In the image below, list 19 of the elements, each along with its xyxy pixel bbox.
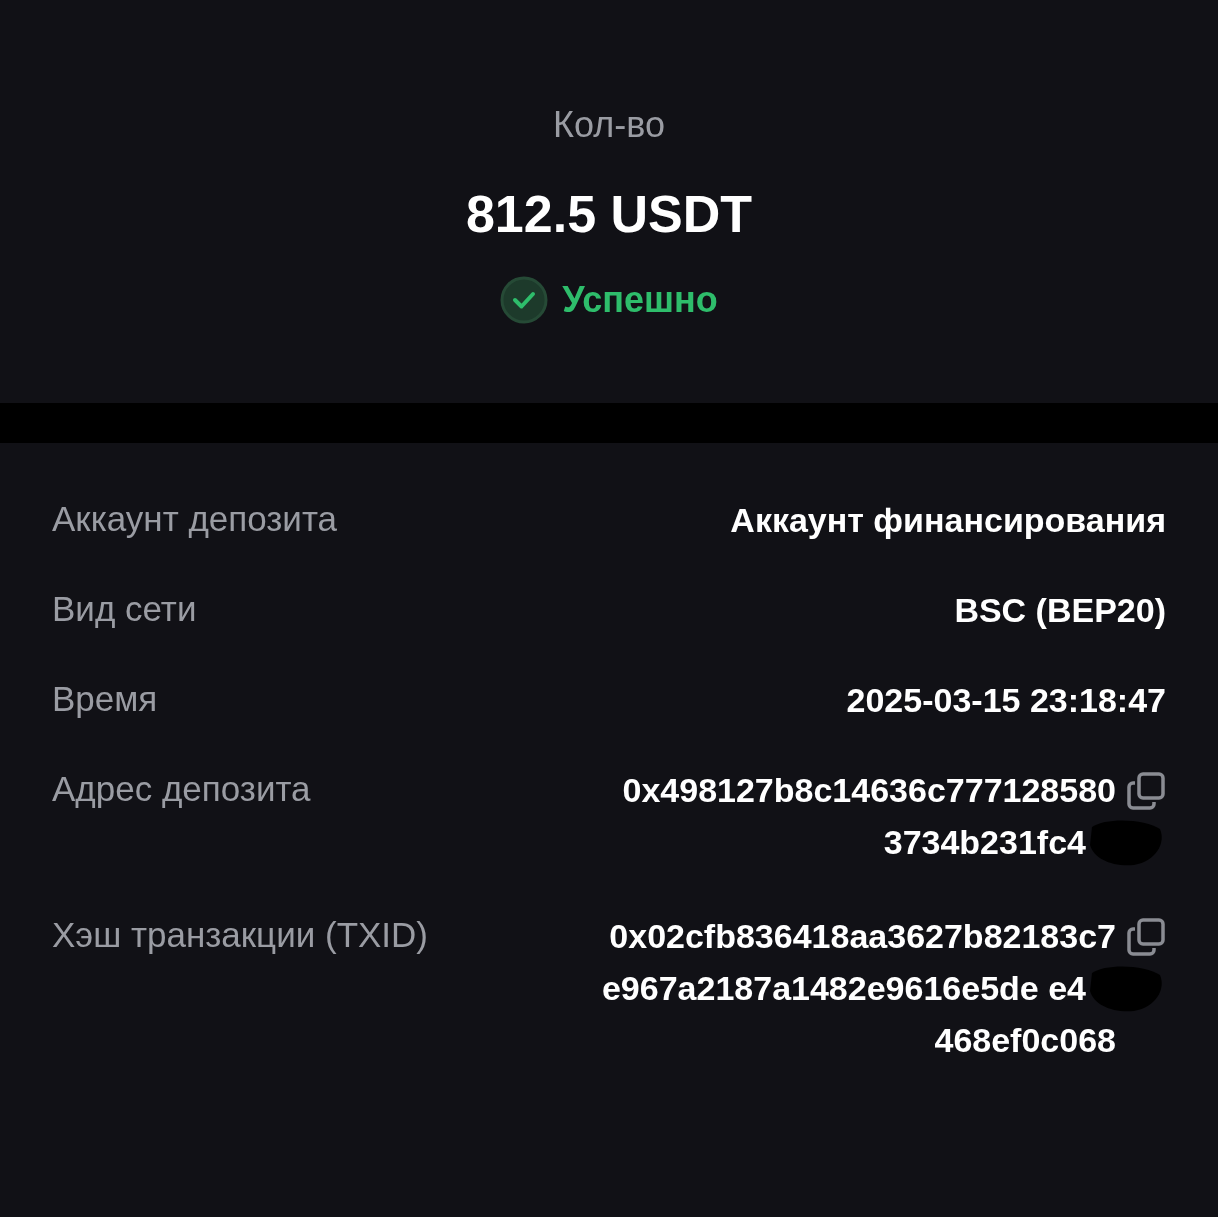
detail-label: Адрес депозита [52, 769, 311, 809]
detail-label: Хэш транзакции (TXID) [52, 915, 429, 955]
check-circle-icon [500, 276, 549, 324]
detail-value: Аккаунт финансирования [730, 500, 1166, 541]
detail-label: Аккаунт депозита [52, 499, 337, 539]
detail-value: 0x02cfb836418aa3627b82183c7 [609, 916, 1116, 957]
amount-value: 812.5 USDT [465, 184, 753, 244]
detail-label: Вид сети [52, 589, 197, 629]
copy-icon[interactable] [1126, 917, 1166, 957]
status-text: Успешно [562, 279, 718, 321]
detail-value: BSC (BEP20) [954, 590, 1166, 631]
detail-label: Время [52, 679, 158, 719]
copy-icon[interactable] [1126, 771, 1166, 811]
detail-value: e967a2187a1482e9616e5de e4 [601, 968, 1086, 1009]
detail-value: 3734b231fc4 [883, 822, 1086, 863]
detail-value: 468ef0c068 [934, 1020, 1116, 1061]
detail-value: 2025-03-15 23:18:47 [846, 680, 1166, 721]
amount-label: Кол-во [553, 104, 665, 146]
detail-value: 0x498127b8c14636c777128580 [622, 770, 1116, 811]
